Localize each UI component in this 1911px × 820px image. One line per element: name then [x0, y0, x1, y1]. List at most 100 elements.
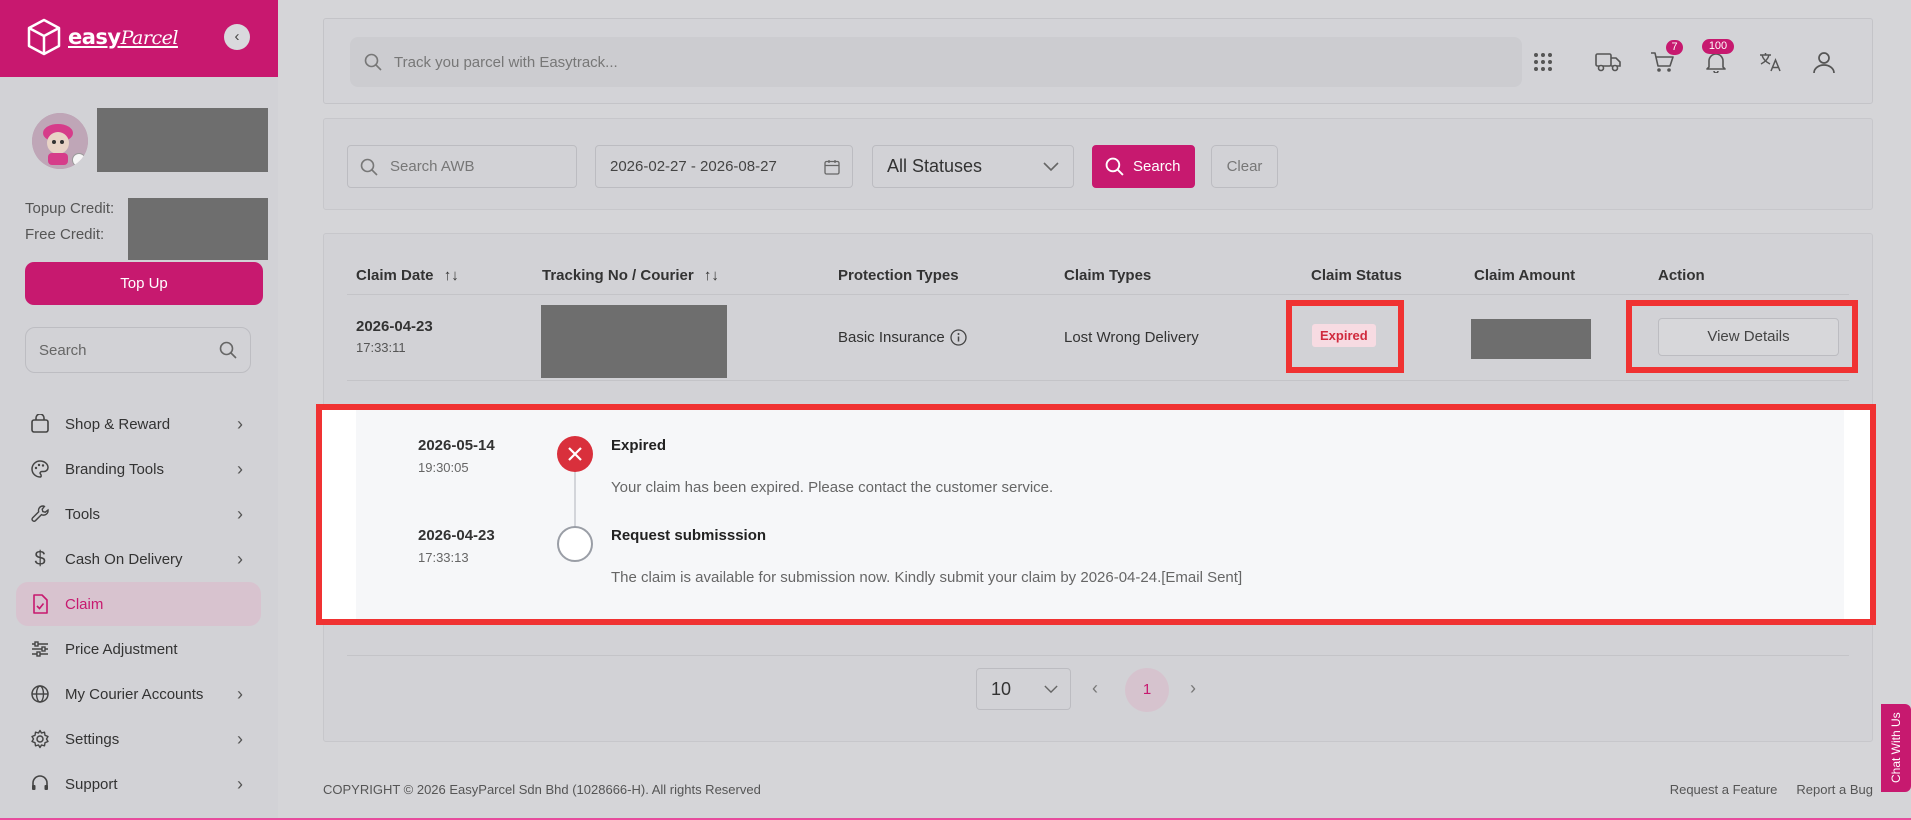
top-up-button[interactable]: Top Up — [25, 262, 263, 305]
topup-credit-label: Topup Credit: — [25, 200, 115, 217]
row-protection-type: Basic Insurance — [838, 329, 967, 346]
sidebar-item-label: Tools — [65, 505, 101, 523]
pagination: 10 ‹ 1 › — [324, 668, 1874, 712]
cart-icon[interactable]: 7 — [1648, 40, 1683, 76]
calendar-icon — [824, 159, 840, 175]
col-claim-date[interactable]: Claim Date ↑↓ — [356, 267, 459, 284]
col-claim-status: Claim Status — [1311, 267, 1402, 284]
footer-copyright: COPYRIGHT © 2026 EasyParcel Sdn Bhd (102… — [323, 782, 761, 797]
footer-links: Request a Feature Report a Bug — [1670, 782, 1873, 797]
chevron-right-icon: › — [237, 684, 243, 704]
close-icon — [568, 447, 582, 461]
report-bug-link[interactable]: Report a Bug — [1796, 782, 1873, 797]
search-icon — [219, 341, 237, 359]
collapse-sidebar-button[interactable]: ‹ — [224, 24, 250, 50]
timeline-title: Expired — [611, 437, 667, 454]
header-divider — [347, 294, 1849, 295]
translate-icon[interactable] — [1756, 48, 1784, 76]
chevron-down-icon — [1044, 685, 1058, 693]
search-awb-placeholder: Search AWB — [390, 158, 475, 175]
apps-grid-icon[interactable] — [1529, 48, 1557, 76]
pending-status-icon — [557, 526, 593, 562]
request-feature-link[interactable]: Request a Feature — [1670, 782, 1778, 797]
sidebar-item-settings[interactable]: Settings › — [16, 717, 261, 761]
col-claim-types: Claim Types — [1064, 267, 1152, 284]
clear-button-label: Clear — [1226, 158, 1263, 175]
chevron-right-icon: › — [1190, 678, 1196, 698]
page-1-button[interactable]: 1 — [1125, 668, 1169, 712]
search-awb-input[interactable]: Search AWB — [347, 145, 577, 188]
row-claim-time: 17:33:11 — [356, 340, 406, 355]
gear-icon — [29, 728, 51, 750]
row-claim-type: Lost Wrong Delivery — [1064, 329, 1199, 346]
timeline-date: 2026-04-23 — [418, 527, 495, 544]
search-icon — [1105, 157, 1124, 176]
sidebar-item-claim[interactable]: Claim — [16, 582, 261, 626]
sidebar-item-my-courier-accounts[interactable]: My Courier Accounts › — [16, 672, 261, 716]
sidebar-item-label: Support — [65, 775, 118, 793]
chevron-left-icon: ‹ — [1092, 678, 1098, 698]
chevron-right-icon: › — [237, 774, 243, 794]
timeline-title: Request submisssion — [611, 527, 767, 544]
box-logo-icon — [27, 18, 61, 56]
wrench-icon — [29, 503, 51, 525]
chevron-right-icon: › — [237, 504, 243, 524]
sidebar-item-shop-reward[interactable]: Shop & Reward › — [16, 402, 261, 446]
chat-with-us-button[interactable]: Chat With Us — [1881, 704, 1911, 792]
sidebar-nav: Shop & Reward › Branding Tools › Tools ›… — [16, 402, 261, 807]
easytrack-search-input[interactable]: Track you parcel with Easytrack... — [350, 37, 1522, 87]
next-page-button[interactable]: › — [1190, 678, 1196, 699]
sidebar-item-support[interactable]: Support › — [16, 762, 261, 806]
credit-values-redacted — [128, 198, 268, 260]
top-bar: Track you parcel with Easytrack... 7 100 — [323, 18, 1873, 104]
prev-page-button[interactable]: ‹ — [1092, 678, 1098, 699]
shopping-bag-icon — [29, 413, 51, 435]
sidebar-item-price-adjustment[interactable]: Price Adjustment — [16, 627, 261, 671]
date-range-picker[interactable]: 2026-02-27 - 2026-08-27 — [595, 145, 853, 188]
easytrack-placeholder: Track you parcel with Easytrack... — [394, 53, 618, 71]
sidebar-search-placeholder: Search — [39, 341, 87, 359]
free-credit-label: Free Credit: — [25, 226, 105, 243]
status-select[interactable]: All Statuses — [872, 145, 1074, 188]
timeline-description: The claim is available for submission no… — [611, 569, 1243, 586]
col-protection-types: Protection Types — [838, 267, 959, 284]
dollar-icon: $ — [34, 547, 46, 570]
chevron-left-icon: ‹ — [234, 28, 240, 45]
sidebar-item-tools[interactable]: Tools › — [16, 492, 261, 536]
user-profile-icon[interactable] — [1810, 48, 1838, 76]
sort-icon[interactable]: ↑↓ — [444, 267, 459, 284]
page-size-value: 10 — [991, 678, 1012, 699]
brand-wordmark: easyParcel — [68, 25, 178, 49]
col-action: Action — [1658, 267, 1705, 284]
row-claim-date: 2026-04-23 — [356, 318, 433, 335]
sidebar-item-cash-on-delivery[interactable]: $ Cash On Delivery › — [16, 537, 261, 581]
sidebar-item-label: Claim — [65, 595, 104, 613]
info-icon[interactable] — [950, 329, 967, 346]
page-size-select[interactable]: 10 — [976, 668, 1071, 710]
timeline-time: 17:33:13 — [418, 550, 469, 565]
avatar[interactable] — [32, 113, 88, 169]
tracking-number-redacted — [541, 305, 727, 378]
col-claim-amount: Claim Amount — [1474, 267, 1576, 284]
palette-icon — [29, 458, 51, 480]
sidebar-item-branding-tools[interactable]: Branding Tools › — [16, 447, 261, 491]
clear-button[interactable]: Clear — [1211, 145, 1278, 188]
status-highlight-box — [1286, 300, 1404, 373]
claim-timeline: 2026-05-14 19:30:05 Expired Your claim h… — [356, 410, 1844, 619]
action-highlight-box — [1626, 300, 1858, 373]
easyparcel-logo[interactable]: easyParcel — [26, 18, 178, 56]
col-tracking-courier[interactable]: Tracking No / Courier ↑↓ — [542, 267, 719, 284]
status-select-value: All Statuses — [887, 156, 983, 176]
sidebar-item-label: Price Adjustment — [65, 640, 178, 658]
pagination-divider — [347, 655, 1849, 656]
search-button[interactable]: Search — [1092, 145, 1195, 188]
timeline-description: Your claim has been expired. Please cont… — [611, 479, 1054, 496]
sidebar-search-input[interactable]: Search — [25, 327, 251, 373]
delivery-truck-icon[interactable] — [1594, 48, 1622, 76]
search-icon — [364, 53, 382, 71]
row-divider — [347, 380, 1849, 381]
notification-bell-icon[interactable]: 100 — [1702, 39, 1734, 76]
headset-icon — [29, 773, 51, 795]
sort-icon[interactable]: ↑↓ — [704, 267, 719, 284]
sidebar-item-label: My Courier Accounts — [65, 685, 204, 703]
